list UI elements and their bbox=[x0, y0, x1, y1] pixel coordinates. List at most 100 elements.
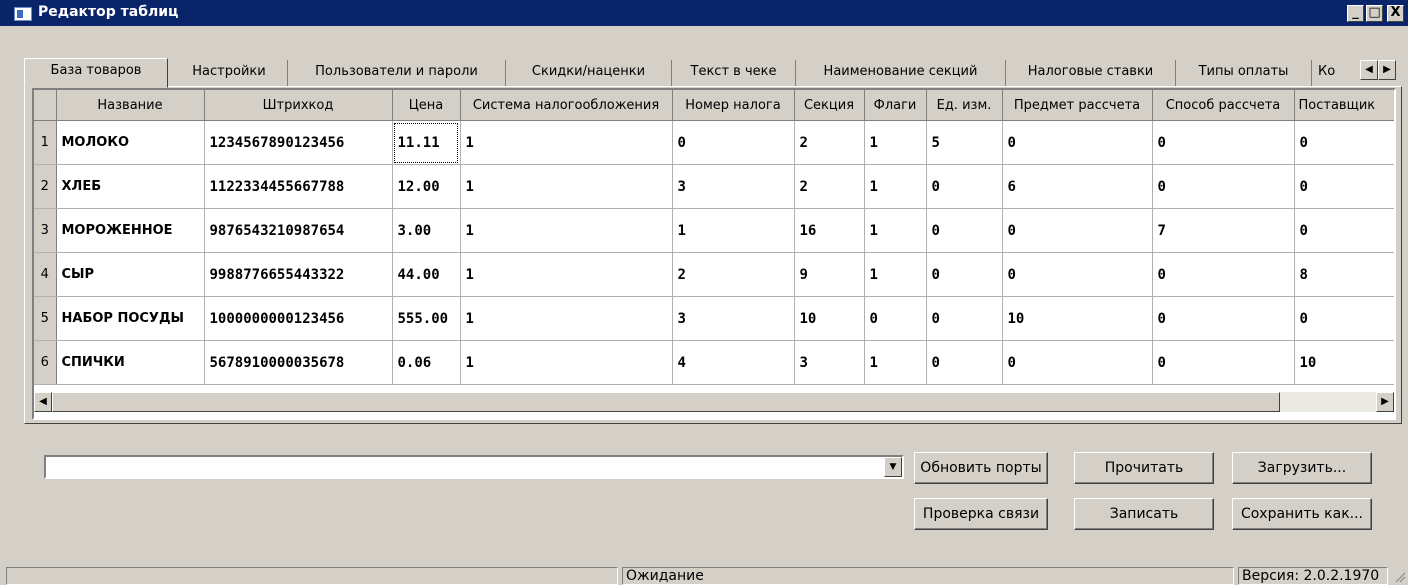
tab-section-names[interactable]: Наименование секций bbox=[796, 60, 1006, 86]
table-cell[interactable]: 0 bbox=[1002, 120, 1153, 165]
table-cell[interactable]: 1 bbox=[460, 252, 673, 297]
table-cell[interactable]: 0 bbox=[926, 164, 1003, 209]
tab-products[interactable]: База товаров bbox=[24, 58, 168, 88]
table-cell[interactable]: 1 bbox=[460, 208, 673, 253]
column-header[interactable]: Ед. изм. bbox=[926, 90, 1003, 121]
tab-settings[interactable]: Настройки bbox=[171, 60, 288, 86]
table-cell[interactable]: 9876543210987654 bbox=[204, 208, 393, 253]
column-header[interactable]: Номер налога bbox=[672, 90, 795, 121]
table-cell[interactable]: 3.00 bbox=[392, 208, 461, 253]
table-cell[interactable]: 8 bbox=[1294, 252, 1394, 297]
table-cell[interactable]: 555.00 bbox=[392, 296, 461, 341]
column-header[interactable]: Поставщик bbox=[1294, 90, 1394, 121]
grid-corner[interactable] bbox=[34, 90, 57, 121]
table-cell[interactable]: 1 bbox=[460, 296, 673, 341]
tab-partial[interactable]: Ко bbox=[1312, 60, 1352, 86]
tab-payment-types[interactable]: Типы оплаты bbox=[1176, 60, 1312, 86]
table-cell[interactable]: 0 bbox=[926, 340, 1003, 385]
table-cell[interactable]: 1122334455667788 bbox=[204, 164, 393, 209]
table-cell[interactable]: 1 bbox=[672, 208, 795, 253]
column-header[interactable]: Флаги bbox=[864, 90, 927, 121]
table-cell[interactable]: 0 bbox=[926, 296, 1003, 341]
row-number[interactable]: 2 bbox=[34, 164, 57, 209]
tab-users-passwords[interactable]: Пользователи и пароли bbox=[288, 60, 506, 86]
table-cell[interactable]: 4 bbox=[672, 340, 795, 385]
table-cell[interactable]: 1 bbox=[864, 208, 927, 253]
scroll-right-icon[interactable]: ▶ bbox=[1376, 392, 1394, 412]
table-cell[interactable]: 0 bbox=[1294, 164, 1394, 209]
tab-receipt-text[interactable]: Текст в чеке bbox=[672, 60, 796, 86]
table-cell[interactable]: МОРОЖЕННОЕ bbox=[56, 208, 205, 253]
table-cell[interactable]: СПИЧКИ bbox=[56, 340, 205, 385]
table-cell[interactable]: 0 bbox=[1002, 340, 1153, 385]
column-header[interactable]: Предмет рассчета bbox=[1002, 90, 1153, 121]
resize-grip-icon[interactable] bbox=[1392, 569, 1406, 583]
write-button[interactable]: Записать bbox=[1074, 498, 1214, 530]
table-cell[interactable]: 9988776655443322 bbox=[204, 252, 393, 297]
table-cell[interactable]: 0.06 bbox=[392, 340, 461, 385]
table-cell[interactable]: 3 bbox=[672, 296, 795, 341]
column-header[interactable]: Цена bbox=[392, 90, 461, 121]
table-cell[interactable]: 6 bbox=[1002, 164, 1153, 209]
table-cell[interactable]: 2 bbox=[672, 252, 795, 297]
table-cell[interactable]: 0 bbox=[1002, 252, 1153, 297]
check-connection-button[interactable]: Проверка связи bbox=[914, 498, 1048, 530]
table-cell[interactable]: 2 bbox=[794, 120, 865, 165]
tab-discounts[interactable]: Скидки/наценки bbox=[506, 60, 672, 86]
port-select[interactable]: ▼ bbox=[44, 455, 904, 479]
row-number[interactable]: 6 bbox=[34, 340, 57, 385]
table-cell[interactable]: 1 bbox=[864, 164, 927, 209]
column-header[interactable]: Штрихкод bbox=[204, 90, 393, 121]
table-row[interactable]: 6 СПИЧКИ 5678910000035678 0.06 1 4 3 1 0 0 0 10 bbox=[34, 340, 1394, 385]
table-cell[interactable]: 0 bbox=[1294, 296, 1394, 341]
column-header[interactable]: Способ рассчета bbox=[1152, 90, 1295, 121]
table-cell[interactable]: 0 bbox=[1152, 252, 1295, 297]
row-number[interactable]: 3 bbox=[34, 208, 57, 253]
table-cell[interactable]: 9 bbox=[794, 252, 865, 297]
table-row[interactable]: 1 МОЛОКО 1234567890123456 11.11 1 0 2 1 5 0 0 0 bbox=[34, 120, 1394, 165]
table-cell[interactable]: 1 bbox=[864, 340, 927, 385]
scroll-thumb[interactable] bbox=[52, 392, 1280, 412]
row-number[interactable]: 4 bbox=[34, 252, 57, 297]
refresh-ports-button[interactable]: Обновить порты bbox=[914, 452, 1048, 484]
column-header[interactable]: Секция bbox=[794, 90, 865, 121]
table-cell[interactable]: 12.00 bbox=[392, 164, 461, 209]
table-cell[interactable]: 5 bbox=[926, 120, 1003, 165]
table-cell[interactable]: 10 bbox=[1002, 296, 1153, 341]
table-cell[interactable]: 5678910000035678 bbox=[204, 340, 393, 385]
table-cell[interactable]: МОЛОКО bbox=[56, 120, 205, 165]
table-cell[interactable]: 0 bbox=[1152, 164, 1295, 209]
tab-tax-rates[interactable]: Налоговые ставки bbox=[1006, 60, 1176, 86]
table-cell[interactable]: 3 bbox=[672, 164, 795, 209]
table-cell[interactable]: 11.11 bbox=[392, 120, 461, 165]
table-cell[interactable]: СЫР bbox=[56, 252, 205, 297]
tab-scroll-right-icon[interactable]: ▶ bbox=[1378, 60, 1396, 80]
column-header[interactable]: Название bbox=[56, 90, 205, 121]
table-cell[interactable]: 0 bbox=[926, 208, 1003, 253]
row-number[interactable]: 1 bbox=[34, 120, 57, 165]
table-cell[interactable]: 1 bbox=[864, 252, 927, 297]
table-cell[interactable]: 1 bbox=[460, 164, 673, 209]
table-cell[interactable]: 0 bbox=[864, 296, 927, 341]
table-cell[interactable]: 0 bbox=[1152, 120, 1295, 165]
minimize-button[interactable]: _ bbox=[1347, 5, 1364, 22]
table-row[interactable]: 2 ХЛЕБ 1122334455667788 12.00 1 3 2 1 0 6 0 0 bbox=[34, 164, 1394, 209]
table-cell[interactable]: 0 bbox=[1152, 340, 1295, 385]
table-cell[interactable]: 10 bbox=[1294, 340, 1394, 385]
table-cell[interactable]: 1000000000123456 bbox=[204, 296, 393, 341]
table-cell[interactable]: 0 bbox=[672, 120, 795, 165]
close-button[interactable]: X bbox=[1387, 5, 1404, 22]
table-cell[interactable]: 1 bbox=[460, 120, 673, 165]
table-row[interactable]: 3 МОРОЖЕННОЕ 9876543210987654 3.00 1 1 16 1 0 0 7 0 bbox=[34, 208, 1394, 253]
table-cell[interactable]: 1234567890123456 bbox=[204, 120, 393, 165]
table-row[interactable]: 4 СЫР 9988776655443322 44.00 1 2 9 1 0 0 0 8 bbox=[34, 252, 1394, 297]
scroll-left-icon[interactable]: ◀ bbox=[34, 392, 52, 412]
table-cell[interactable]: 10 bbox=[794, 296, 865, 341]
table-cell[interactable]: ХЛЕБ bbox=[56, 164, 205, 209]
table-cell[interactable]: 2 bbox=[794, 164, 865, 209]
table-cell[interactable]: 0 bbox=[1152, 296, 1295, 341]
row-number[interactable]: 5 bbox=[34, 296, 57, 341]
table-cell[interactable]: 44.00 bbox=[392, 252, 461, 297]
table-cell[interactable]: 7 bbox=[1152, 208, 1295, 253]
column-header[interactable]: Система налогообложения bbox=[460, 90, 673, 121]
